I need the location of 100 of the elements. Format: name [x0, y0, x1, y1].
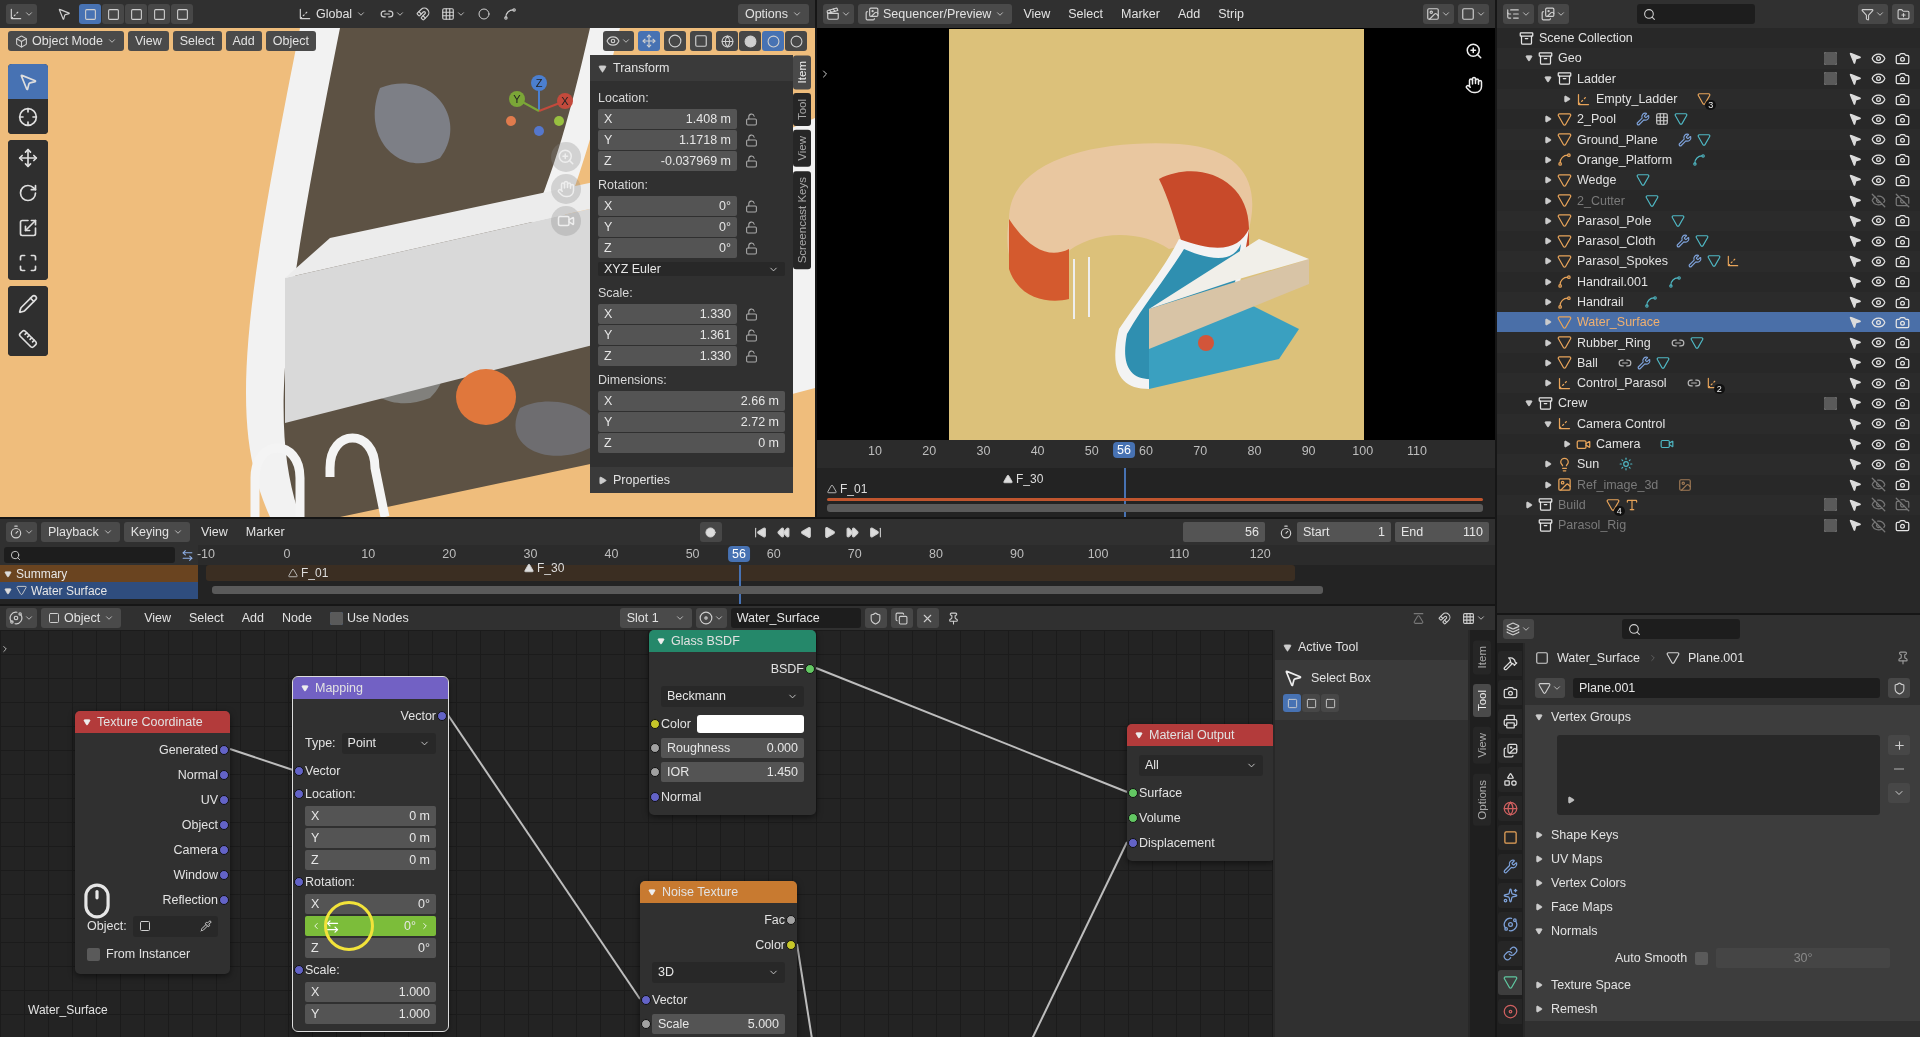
shader-node[interactable]: Texture Coordinate Generated Normal UV Object Camera Window Reflection Object: From Instancer	[75, 711, 230, 974]
menu-item[interactable]: View	[1016, 4, 1058, 24]
menu-item[interactable]: Keying	[123, 522, 190, 542]
options-dropdown[interactable]: Options	[737, 4, 809, 24]
menu-item[interactable]: Add	[225, 31, 262, 51]
shader-type-dropdown[interactable]: Object	[41, 608, 122, 628]
menu-item[interactable]: Select	[182, 608, 231, 628]
menu-item[interactable]: View	[193, 522, 235, 542]
frame-tick-label: 10	[361, 547, 376, 561]
panel-header[interactable]: Properties	[590, 467, 793, 493]
panel-header[interactable]: Face Maps	[1525, 895, 1920, 919]
dropdown[interactable]: Point	[341, 732, 436, 754]
dropdown[interactable]: XYZ Euler	[598, 262, 785, 276]
panel-header[interactable]: Transform	[590, 55, 793, 81]
field-label: Type:	[305, 736, 336, 750]
use-nodes-checkbox[interactable]: Use Nodes	[322, 608, 416, 628]
dropdown[interactable]: All	[1139, 754, 1263, 776]
number-field[interactable]: X 0°	[305, 894, 436, 914]
menu-item[interactable]: Object	[265, 31, 316, 51]
node-header[interactable]: Material Output	[1127, 724, 1273, 746]
current-frame-field[interactable]: 56	[1183, 522, 1265, 542]
number-field[interactable]: Z 0 m	[598, 433, 785, 453]
current-frame-indicator[interactable]: 56	[1113, 442, 1135, 458]
menu-item[interactable]: Marker	[1114, 4, 1167, 24]
number-field[interactable]: Z 0°	[305, 938, 436, 958]
timeline-marker[interactable]: F_30	[524, 561, 565, 575]
number-field[interactable]: X 1.408 m	[598, 109, 737, 129]
panel-header[interactable]: Normals	[1525, 919, 1920, 943]
current-frame-indicator[interactable]: 56	[728, 546, 750, 562]
shader-node[interactable]: Material Output All Surface Volume Displacement	[1127, 724, 1273, 861]
panel-title: Face Maps	[1551, 900, 1613, 914]
sidebar-tab[interactable]: View	[793, 130, 811, 168]
panel-header[interactable]: UV Maps	[1525, 847, 1920, 871]
number-field[interactable]: Z 1.330	[598, 346, 737, 366]
material-name-field[interactable]: Water_Surface	[730, 608, 861, 628]
channel-row[interactable]: Water Surface	[0, 582, 198, 599]
menu-item[interactable]: Strip	[1211, 4, 1251, 24]
axis-handle[interactable]: Z	[531, 75, 547, 91]
node-header[interactable]: Mapping	[293, 677, 448, 699]
number-field[interactable]: Y 2.72 m	[598, 412, 785, 432]
timeline-marker[interactable]: F_30	[1003, 472, 1044, 486]
number-field[interactable]: Z 0 m	[305, 850, 436, 870]
shader-node[interactable]: Mapping Vector Type: Point Vector Location: X 0 m Y 0 m Z 0 m Rotation: X 0° 0° Z 0° Scale: X 1.000 Y 1.000	[293, 677, 448, 1031]
axis-handle[interactable]: Y	[509, 91, 525, 107]
number-field[interactable]: X 2.66 m	[598, 391, 785, 411]
sidebar-tab[interactable]: Item	[1473, 640, 1491, 675]
view-type-dropdown[interactable]: Sequencer/Preview	[858, 4, 1013, 24]
panel-header[interactable]: Remesh	[1525, 997, 1920, 1021]
number-field[interactable]: Roughness 0.000	[661, 738, 804, 758]
dropdown[interactable]: 3D	[652, 961, 785, 983]
sidebar-tab[interactable]: Tool	[793, 93, 811, 127]
sidebar-tab[interactable]: Tool	[1473, 684, 1491, 718]
menu-item[interactable]: Select	[1061, 4, 1111, 24]
number-field[interactable]: X 0 m	[305, 806, 436, 826]
menu-item[interactable]: View	[127, 31, 169, 51]
number-field[interactable]: X 1.000	[305, 982, 436, 1002]
panel-header[interactable]: Vertex Colors	[1525, 871, 1920, 895]
panel-header[interactable]: Vertex Groups	[1525, 705, 1920, 729]
number-field[interactable]: IOR 1.450	[661, 762, 804, 782]
menu-item[interactable]: Node	[275, 608, 319, 628]
menu-item[interactable]: Add	[234, 608, 271, 628]
number-field[interactable]: Y 1.1718 m	[598, 130, 737, 150]
timeline-marker[interactable]: F_01	[827, 482, 868, 496]
menu-item[interactable]: Select	[172, 31, 222, 51]
panel-header[interactable]: Texture Space	[1525, 973, 1920, 997]
number-field[interactable]: Y 0°	[598, 217, 737, 237]
data-name-field[interactable]: Plane.001	[1573, 678, 1880, 698]
number-field[interactable]: Z -0.037969 m	[598, 151, 737, 171]
slot-dropdown[interactable]: Slot 1	[619, 608, 692, 628]
node-title: Noise Texture	[662, 885, 739, 899]
outliner-item-name: Water_Surface	[1577, 315, 1660, 330]
number-field[interactable]: X 0°	[598, 196, 737, 216]
number-field[interactable]: Scale 5.000	[652, 1014, 785, 1034]
number-field[interactable]: Z 0°	[598, 238, 737, 258]
timeline-marker[interactable]: F_01	[288, 566, 329, 580]
mode-dropdown[interactable]: Object Mode	[8, 31, 124, 51]
dropdown[interactable]: Beckmann	[661, 685, 804, 707]
menu-item[interactable]: View	[137, 608, 178, 628]
menu-item[interactable]: Playback	[41, 522, 120, 542]
start-frame-field[interactable]: Start 1	[1297, 522, 1391, 542]
shader-node[interactable]: Noise Texture Fac Color 3D Vector Scale 5.000	[640, 881, 797, 1037]
outliner-item-name: Ladder	[1577, 71, 1616, 86]
number-field[interactable]: Y 0 m	[305, 828, 436, 848]
end-frame-field[interactable]: End 110	[1395, 522, 1489, 542]
channel-row[interactable]: Summary	[0, 565, 198, 582]
number-field[interactable]: X 1.330	[598, 304, 737, 324]
sidebar-tab[interactable]: Item	[793, 55, 811, 90]
sidebar-tab[interactable]: Screencast Keys	[793, 171, 811, 270]
shader-node[interactable]: Glass BSDF BSDF Beckmann Color Roughness 0.000 IOR 1.450 Normal	[649, 630, 816, 815]
number-field[interactable]: Y 1.000	[305, 1004, 436, 1024]
panel-title: UV Maps	[1551, 852, 1603, 866]
menu-item[interactable]: Marker	[238, 522, 292, 542]
field-label: Rotation:	[598, 177, 650, 194]
node-header[interactable]: Texture Coordinate	[75, 711, 230, 733]
menu-item[interactable]: Add	[1170, 4, 1208, 24]
number-field[interactable]: Y 1.361	[598, 325, 737, 345]
sidebar-tab[interactable]: Options	[1473, 774, 1491, 826]
panel-header[interactable]: Shape Keys	[1525, 823, 1920, 847]
sidebar-tab[interactable]: View	[1473, 727, 1491, 765]
orientation-dropdown[interactable]: Global	[291, 4, 374, 24]
